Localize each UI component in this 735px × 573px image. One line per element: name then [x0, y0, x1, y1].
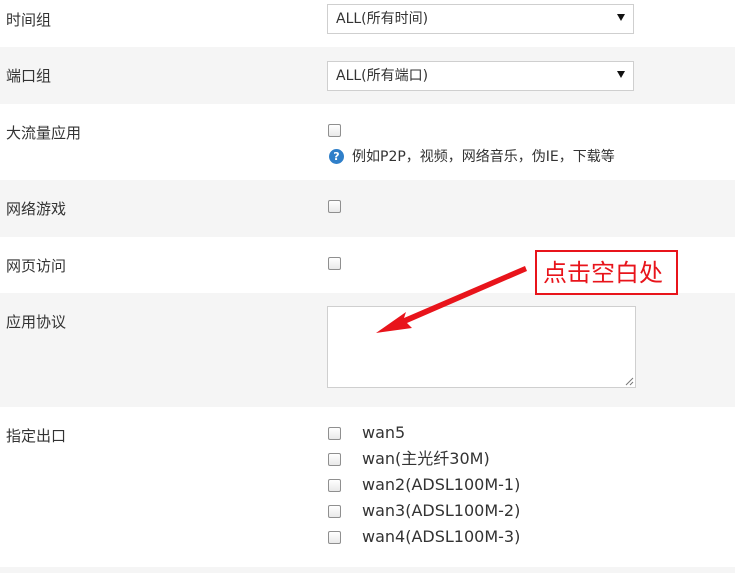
annotation-text: 点击空白处: [543, 259, 663, 287]
resize-grip-icon[interactable]: [624, 376, 634, 386]
annotation-callout: 点击空白处: [535, 250, 678, 295]
online-games-checkbox[interactable]: [328, 200, 341, 213]
heavy-traffic-hint-text: 例如P2P，视频，网络音乐，伪IE，下载等: [352, 149, 615, 165]
web-access-checkbox[interactable]: [328, 257, 341, 270]
outbound-option-checkbox[interactable]: [328, 427, 341, 440]
row-heavy-traffic: [0, 104, 735, 180]
app-protocol-label: 应用协议: [6, 313, 67, 331]
outbound-label: 指定出口: [6, 427, 67, 445]
time-group-select[interactable]: ALL(所有时间): [327, 4, 634, 34]
outbound-option-checkbox[interactable]: [328, 453, 341, 466]
online-games-label: 网络游戏: [6, 200, 67, 218]
caret-down-icon: [617, 14, 625, 21]
heavy-traffic-label: 大流量应用: [6, 124, 82, 142]
outbound-option-label: wan3(ADSL100M-2): [362, 501, 521, 520]
outbound-option-label: wan5: [362, 423, 406, 442]
outbound-option-label: wan2(ADSL100M-1): [362, 475, 521, 494]
heavy-traffic-checkbox[interactable]: [328, 124, 341, 137]
row-bottom-strip: [0, 567, 735, 573]
port-group-label: 端口组: [6, 67, 52, 85]
outbound-option-label: wan(主光纤30M): [362, 449, 490, 468]
port-group-selected-value: ALL(所有端口): [336, 68, 429, 84]
outbound-option-checkbox[interactable]: [328, 479, 341, 492]
app-protocol-textarea[interactable]: [327, 306, 636, 388]
web-access-label: 网页访问: [6, 257, 67, 275]
outbound-option-checkbox[interactable]: [328, 505, 341, 518]
question-circle-icon: ?: [329, 149, 344, 164]
outbound-option-checkbox[interactable]: [328, 531, 341, 544]
outbound-option-label: wan4(ADSL100M-3): [362, 527, 521, 546]
time-group-selected-value: ALL(所有时间): [336, 11, 429, 27]
row-online-games: [0, 180, 735, 237]
port-group-select[interactable]: ALL(所有端口): [327, 61, 634, 91]
caret-down-icon: [617, 71, 625, 78]
time-group-label: 时间组: [6, 11, 52, 29]
